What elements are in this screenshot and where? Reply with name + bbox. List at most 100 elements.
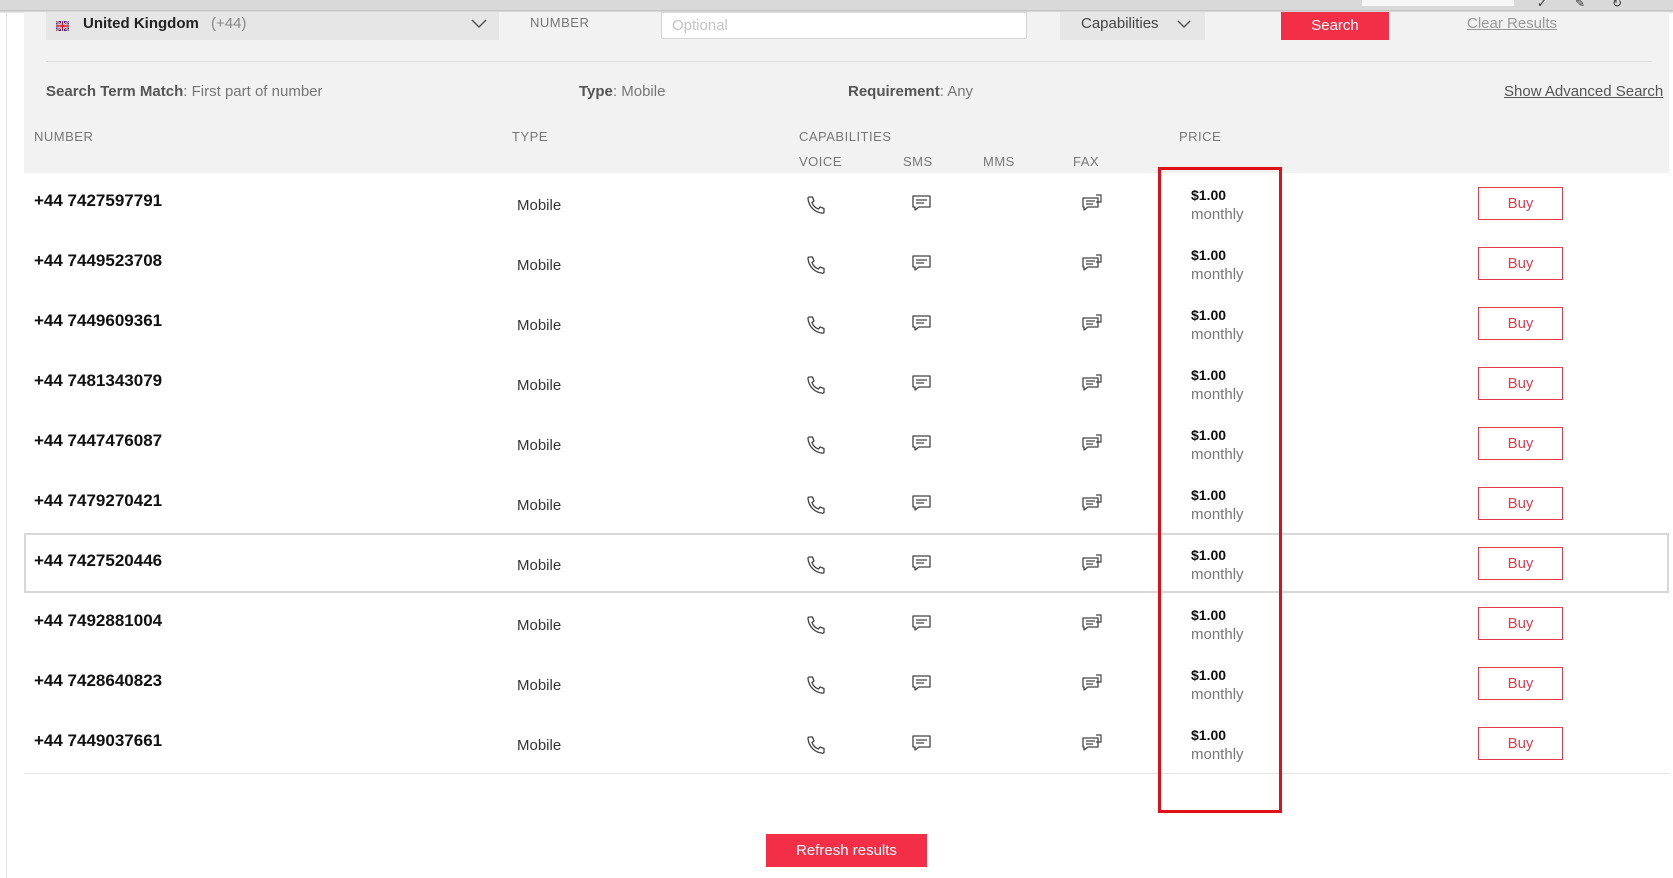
- type-label: Type: [579, 83, 613, 100]
- column-header-fax: FAX: [1073, 154, 1100, 169]
- table-row: +44 7449523708 Mobile $1.00 monthly Buy: [24, 233, 1669, 294]
- price-amount: $1.00: [1191, 367, 1227, 383]
- buy-button[interactable]: Buy: [1478, 607, 1563, 640]
- fax-icon: [1082, 614, 1102, 631]
- price-period: monthly: [1191, 266, 1244, 283]
- table-row: +44 7428640823 Mobile $1.00 monthly Buy: [24, 653, 1669, 714]
- price-amount: $1.00: [1191, 487, 1227, 503]
- buy-button[interactable]: Buy: [1478, 427, 1563, 460]
- number-search-input[interactable]: [661, 12, 1027, 39]
- phone-number: +44 7479270421: [34, 491, 163, 510]
- buy-button[interactable]: Buy: [1478, 367, 1563, 400]
- sms-message-icon: [912, 375, 931, 391]
- phone-number: +44 7427597791: [34, 191, 163, 210]
- voice-phone-icon: [807, 616, 825, 634]
- page-left-border: [6, 0, 7, 878]
- voice-phone-icon: [807, 676, 825, 694]
- voice-phone-icon: [807, 316, 825, 334]
- phone-number: +44 7449037661: [34, 731, 163, 750]
- panel-divider: [46, 61, 1652, 62]
- number-type: Mobile: [517, 317, 562, 334]
- match-value: : First part of number: [183, 83, 323, 100]
- table-row: +44 7481343079 Mobile $1.00 monthly Buy: [24, 353, 1669, 414]
- buy-button[interactable]: Buy: [1478, 487, 1563, 520]
- column-header-capabilities: CAPABILITIES: [799, 129, 892, 144]
- country-dial-code: (+44): [211, 15, 247, 32]
- fax-icon: [1082, 494, 1102, 511]
- clear-results-link[interactable]: Clear Results: [1467, 15, 1557, 32]
- top-bar-refresh-icon[interactable]: ↻: [1612, 0, 1622, 10]
- number-type: Mobile: [517, 437, 562, 454]
- price-period: monthly: [1191, 566, 1244, 583]
- sms-message-icon: [912, 495, 931, 511]
- refresh-results-button[interactable]: Refresh results: [766, 834, 927, 867]
- fax-icon: [1082, 434, 1102, 451]
- price-amount: $1.00: [1191, 727, 1227, 743]
- column-header-type: TYPE: [512, 129, 548, 144]
- buy-button[interactable]: Buy: [1478, 307, 1563, 340]
- column-header-voice: VOICE: [799, 154, 842, 169]
- price-period: monthly: [1191, 206, 1244, 223]
- price-period: monthly: [1191, 686, 1244, 703]
- price-amount: $1.00: [1191, 307, 1227, 323]
- type-value: : Mobile: [612, 83, 666, 100]
- buy-button[interactable]: Buy: [1478, 727, 1563, 760]
- number-type: Mobile: [517, 257, 562, 274]
- country-name: United Kingdom: [83, 15, 199, 32]
- phone-number: +44 7449609361: [34, 311, 163, 330]
- capabilities-dropdown[interactable]: Capabilities: [1060, 12, 1205, 40]
- table-row: +44 7449037661 Mobile $1.00 monthly Buy: [24, 713, 1669, 774]
- price-amount: $1.00: [1191, 547, 1227, 563]
- phone-number: +44 7428640823: [34, 671, 163, 690]
- capabilities-label: Capabilities: [1081, 15, 1159, 32]
- price-period: monthly: [1191, 446, 1244, 463]
- country-select[interactable]: United Kingdom (+44): [46, 12, 499, 40]
- table-row: +44 7447476087 Mobile $1.00 monthly Buy: [24, 413, 1669, 474]
- voice-phone-icon: [807, 256, 825, 274]
- top-bar-check-icon[interactable]: ✓: [1537, 0, 1547, 10]
- top-bar-field: [1362, 0, 1514, 6]
- chevron-down-icon: [1177, 20, 1191, 29]
- search-button[interactable]: Search: [1281, 12, 1389, 40]
- buy-button[interactable]: Buy: [1478, 187, 1563, 220]
- number-type: Mobile: [517, 197, 562, 214]
- number-label: NUMBER: [530, 15, 590, 30]
- price-amount: $1.00: [1191, 607, 1227, 623]
- fax-icon: [1082, 194, 1102, 211]
- voice-phone-icon: [807, 496, 825, 514]
- number-type: Mobile: [517, 617, 562, 634]
- buy-button[interactable]: Buy: [1478, 547, 1563, 580]
- show-advanced-search-link[interactable]: Show Advanced Search: [1504, 83, 1663, 100]
- sms-message-icon: [912, 615, 931, 631]
- price-amount: $1.00: [1191, 247, 1227, 263]
- buy-button[interactable]: Buy: [1478, 667, 1563, 700]
- sms-message-icon: [912, 195, 931, 211]
- fax-icon: [1082, 314, 1102, 331]
- price-period: monthly: [1191, 326, 1244, 343]
- requirement-summary: Requirement: Any: [848, 83, 973, 100]
- sms-message-icon: [912, 255, 931, 271]
- fax-icon: [1082, 254, 1102, 271]
- voice-phone-icon: [807, 376, 825, 394]
- price-period: monthly: [1191, 506, 1244, 523]
- price-amount: $1.00: [1191, 427, 1227, 443]
- phone-number: +44 7427520446: [34, 551, 163, 570]
- table-row: +44 7492881004 Mobile $1.00 monthly Buy: [24, 593, 1669, 654]
- voice-phone-icon: [807, 736, 825, 754]
- number-type: Mobile: [517, 677, 562, 694]
- table-row: +44 7449609361 Mobile $1.00 monthly Buy: [24, 293, 1669, 354]
- table-row: +44 7479270421 Mobile $1.00 monthly Buy: [24, 473, 1669, 534]
- phone-number: +44 7449523708: [34, 251, 163, 270]
- fax-icon: [1082, 554, 1102, 571]
- phone-number: +44 7481343079: [34, 371, 163, 390]
- top-bar-pen-icon[interactable]: ✎: [1575, 0, 1585, 10]
- buy-button[interactable]: Buy: [1478, 247, 1563, 280]
- voice-phone-icon: [807, 436, 825, 454]
- number-type: Mobile: [517, 557, 562, 574]
- fax-icon: [1082, 734, 1102, 751]
- sms-message-icon: [912, 735, 931, 751]
- voice-phone-icon: [807, 556, 825, 574]
- browser-top-bar: ✓ ✎ ↻: [0, 0, 1673, 13]
- phone-number: +44 7492881004: [34, 611, 163, 630]
- chevron-down-icon: [471, 19, 487, 29]
